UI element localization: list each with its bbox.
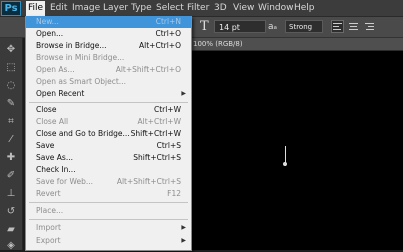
submenu-arrow-icon: ▶: [181, 237, 186, 244]
brush-tool-icon[interactable]: ✐: [4, 170, 18, 182]
menu-separator: [29, 102, 188, 103]
menu-item-open-recent[interactable]: Open Recent ▶: [26, 88, 191, 100]
menu-item-export[interactable]: Export ▶: [26, 235, 191, 247]
photoshop-logo: Ps: [1, 1, 21, 16]
menu-item-label: Place...: [36, 206, 64, 215]
menu-select[interactable]: Select: [156, 2, 184, 14]
menu-item-label: Open...: [36, 29, 64, 38]
menu-item-label: Import: [36, 223, 61, 232]
menu-window[interactable]: Window: [258, 2, 294, 14]
menu-item-label: Check In...: [36, 165, 76, 174]
clone-stamp-icon[interactable]: ⊥: [4, 188, 18, 200]
menu-item-shortcut: Shift+Ctrl+S: [133, 153, 181, 162]
menu-item-label: Save: [36, 141, 55, 150]
history-brush-icon[interactable]: ↺: [4, 206, 18, 218]
eyedropper-tool-icon[interactable]: ⁄: [4, 134, 18, 146]
menu-item-shortcut: Ctrl+N: [155, 17, 181, 26]
menu-filter[interactable]: Filter: [187, 2, 209, 14]
menu-item-label: Open as Smart Object...: [36, 77, 126, 86]
menu-item-label: New...: [36, 17, 59, 26]
menu-image[interactable]: Image: [72, 2, 100, 14]
menu-item-check-in[interactable]: Check In...: [26, 164, 191, 176]
align-center-icon[interactable]: [348, 21, 359, 32]
text-cursor-base: [283, 162, 287, 166]
menu-item-import[interactable]: Import ▶: [26, 222, 191, 234]
font-size-field[interactable]: 14 pt: [214, 20, 266, 33]
menu-item-label: Revert: [36, 189, 61, 198]
menu-item-label: Close All: [36, 117, 69, 126]
lasso-tool-icon[interactable]: ◌: [4, 80, 18, 92]
menu-item-place[interactable]: Place...: [26, 205, 191, 217]
menu-bar: Ps File Edit Image Layer Type Select Fil…: [0, 0, 403, 17]
marquee-tool-icon[interactable]: ⬚: [4, 62, 18, 74]
menu-item-label: Save for Web...: [36, 177, 93, 186]
menu-item-browse-in-mini-bridge[interactable]: Browse in Mini Bridge...: [26, 52, 191, 64]
menu-item-new[interactable]: New... Ctrl+N: [26, 16, 191, 28]
menu-item-browse-in-bridge[interactable]: Browse in Bridge... Alt+Ctrl+O: [26, 40, 191, 52]
tools-panel: ✥ ⬚ ◌ ✎ ⌗ ⁄ ✚ ✐ ⊥ ↺ ▰ ◈: [0, 38, 23, 252]
align-right-icon[interactable]: [364, 21, 375, 32]
menu-item-shortcut: Ctrl+W: [153, 105, 181, 114]
menu-item-revert[interactable]: Revert F12: [26, 188, 191, 200]
antialias-icon: aₐ: [268, 22, 278, 32]
quick-select-tool-icon[interactable]: ✎: [4, 98, 18, 110]
menu-item-save-as[interactable]: Save As... Shift+Ctrl+S: [26, 152, 191, 164]
gradient-tool-icon[interactable]: ◈: [4, 240, 18, 252]
menu-item-label: Save As...: [36, 153, 73, 162]
submenu-arrow-icon: ▶: [181, 90, 186, 97]
menu-item-open[interactable]: Open... Ctrl+O: [26, 28, 191, 40]
menu-help[interactable]: Help: [294, 2, 315, 14]
menu-file[interactable]: File: [26, 1, 46, 16]
menu-item-save-for-web[interactable]: Save for Web... Alt+Shift+Ctrl+S: [26, 176, 191, 188]
menu-3d[interactable]: 3D: [214, 2, 227, 14]
antialias-select[interactable]: Strong: [285, 20, 323, 33]
menu-item-label: Browse in Bridge...: [36, 41, 107, 50]
menu-item-label: Browse in Mini Bridge...: [36, 53, 125, 62]
menu-item-label: Open Recent: [36, 89, 85, 98]
menu-item-shortcut: Ctrl+S: [156, 141, 181, 150]
file-menu: New... Ctrl+N Open... Ctrl+O Browse in B…: [25, 16, 192, 251]
menu-item-close-and-go-to-bridge[interactable]: Close and Go to Bridge... Shift+Ctrl+W: [26, 128, 191, 140]
menu-view[interactable]: View: [233, 2, 254, 14]
menu-item-label: Open As...: [36, 65, 75, 74]
menu-type[interactable]: Type: [131, 2, 152, 14]
menu-item-shortcut: Alt+Ctrl+O: [139, 41, 181, 50]
menu-item-label: Close and Go to Bridge...: [36, 129, 130, 138]
crop-tool-icon[interactable]: ⌗: [4, 116, 18, 128]
menu-item-open-as[interactable]: Open As... Alt+Shift+Ctrl+O: [26, 64, 191, 76]
menu-item-open-as-smart-object[interactable]: Open as Smart Object...: [26, 76, 191, 88]
menu-item-shortcut: Alt+Shift+Ctrl+O: [115, 65, 181, 74]
menu-separator: [29, 202, 188, 203]
menu-item-shortcut: Shift+Ctrl+W: [130, 129, 181, 138]
document-tab-label: 100% (RGB/8): [193, 40, 243, 48]
eraser-tool-icon[interactable]: ▰: [4, 224, 18, 236]
menu-item-close[interactable]: Close Ctrl+W: [26, 104, 191, 116]
canvas[interactable]: [191, 51, 403, 250]
document-tab[interactable]: 100% (RGB/8): [191, 38, 403, 51]
text-tool-icon[interactable]: T: [200, 19, 209, 35]
menu-item-close-all[interactable]: Close All Alt+Ctrl+W: [26, 116, 191, 128]
menu-separator: [29, 219, 188, 220]
menu-item-shortcut: Ctrl+O: [155, 29, 181, 38]
menu-layer[interactable]: Layer: [103, 2, 128, 14]
menu-edit[interactable]: Edit: [50, 2, 67, 14]
submenu-arrow-icon: ▶: [181, 224, 186, 231]
menu-item-shortcut: F12: [167, 189, 181, 198]
menu-item-shortcut: Alt+Ctrl+W: [137, 117, 181, 126]
move-tool-icon[interactable]: ✥: [4, 44, 18, 56]
align-left-icon[interactable]: [331, 20, 344, 33]
menu-item-save[interactable]: Save Ctrl+S: [26, 140, 191, 152]
menu-item-shortcut: Alt+Shift+Ctrl+S: [116, 177, 181, 186]
menu-item-label: Export: [36, 236, 61, 245]
healing-brush-icon[interactable]: ✚: [4, 152, 18, 164]
menu-item-label: Close: [36, 105, 57, 114]
